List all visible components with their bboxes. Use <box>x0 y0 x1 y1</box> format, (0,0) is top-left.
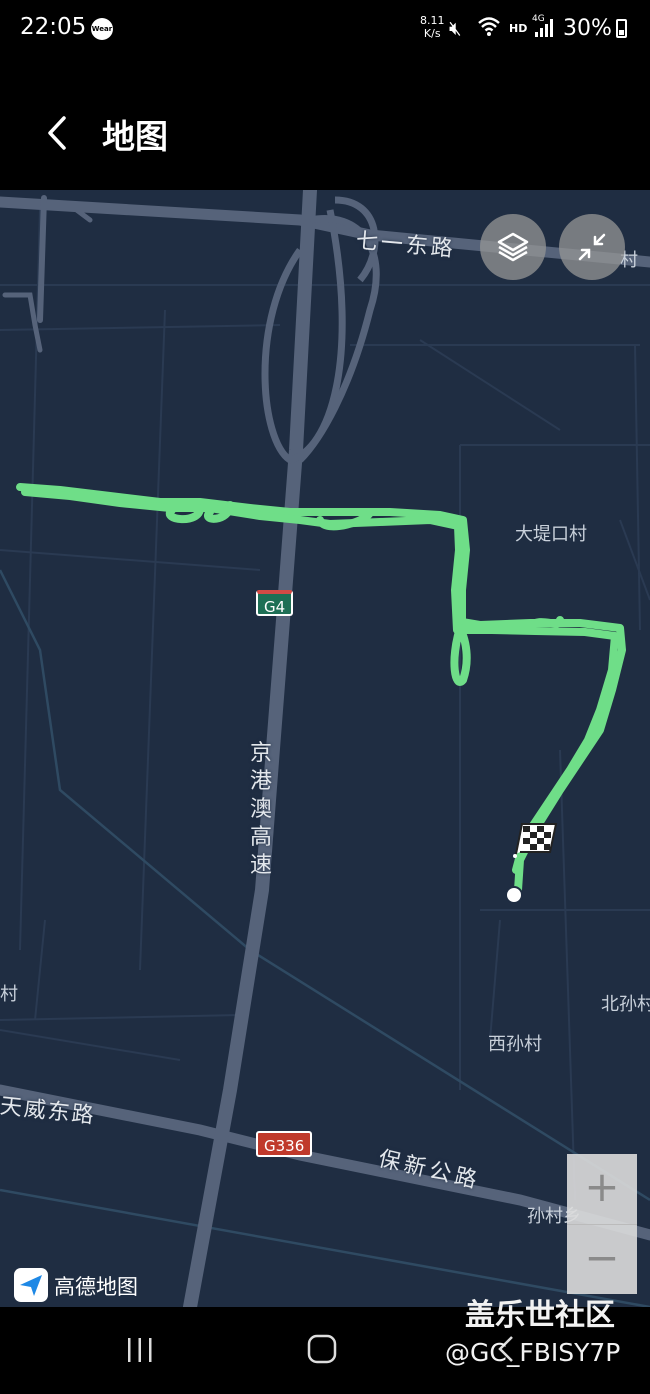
watermark-user: @GC_FBISY7P <box>445 1338 621 1367</box>
recents-icon <box>128 1338 152 1362</box>
highway-shield-g4: G4 <box>256 590 294 616</box>
status-bar: 22:05 Wear 8.11 K/s 🔇︎ HD 4G 30% <box>0 0 650 58</box>
home-button[interactable] <box>305 1332 339 1366</box>
layers-icon <box>497 232 529 262</box>
collapse-button[interactable] <box>559 214 625 280</box>
layers-button[interactable] <box>480 214 546 280</box>
finish-flag-icon <box>508 818 560 858</box>
highway-shield-g336: G336 <box>256 1131 313 1157</box>
net-rate-unit: K/s <box>423 27 441 40</box>
battery-icon <box>616 19 627 38</box>
village-label-left: 村 <box>0 984 18 1005</box>
wear-icon: Wear <box>91 18 113 40</box>
zoom-in-button[interactable]: + <box>567 1154 637 1224</box>
recents-button[interactable] <box>124 1335 156 1365</box>
wifi-icon <box>477 15 501 42</box>
back-button[interactable] <box>40 108 80 158</box>
map-canvas <box>0 190 650 1307</box>
highway-label-jinggangao: 京港澳高速 <box>250 741 275 878</box>
net-rate: 8.11 K/s <box>420 14 445 40</box>
net-rate-value: 8.11 <box>420 14 445 27</box>
hd-indicator: HD <box>509 22 528 35</box>
zoom-out-button[interactable]: − <box>567 1224 637 1294</box>
mute-icon: 🔇︎ <box>449 16 462 40</box>
chevron-left-icon <box>48 116 66 150</box>
collapse-icon <box>578 233 606 261</box>
watermark-title: 盖乐世社区 <box>465 1298 615 1333</box>
home-icon <box>307 1334 337 1364</box>
village-label-dadikou: 大堤口村 <box>515 524 587 545</box>
village-label-xisun: 西孙村 <box>488 1034 542 1055</box>
village-label-beisun: 北孙村 <box>601 994 650 1015</box>
amap-logo-icon <box>14 1268 48 1302</box>
page-title: 地图 <box>102 117 168 156</box>
map-view[interactable]: 七一东路 村 大堤口村 京港澳高速 北孙村 村 西孙村 天威东路 保新公路 孙村… <box>0 190 650 1307</box>
app-header: 地图 <box>0 80 650 190</box>
battery-percent: 30% <box>563 16 612 41</box>
status-time: 22:05 <box>20 14 87 40</box>
amap-logo-text: 高德地图 <box>54 1275 138 1299</box>
